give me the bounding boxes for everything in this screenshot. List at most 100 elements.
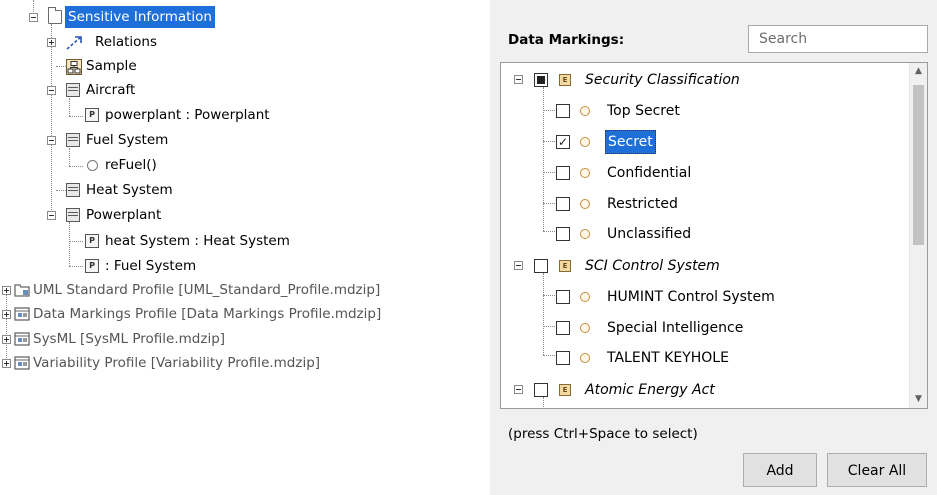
tree-item-powerplant[interactable]: Powerplant [0,204,300,226]
tree-item-label: Sensitive Information [65,6,215,28]
marking-item-sci-control-system[interactable]: E SCI Control System [501,251,911,281]
tree-item-label: Heat System [86,182,173,198]
tree-item-label: : Fuel System [105,258,197,274]
folder-icon [48,7,62,24]
tree-item-label: reFuel() [105,157,157,173]
tree-item-heat-system-part[interactable]: P heat System : Heat System [0,230,340,252]
collapse-toggle[interactable] [29,13,38,22]
tree-item-label: SysML [SysML Profile.mdzip] [33,331,226,347]
marking-item-unclassified[interactable]: Unclassified [501,219,911,249]
collapse-toggle[interactable] [514,385,523,394]
marking-item-security-classification[interactable]: E Security Classification [501,65,911,95]
vertical-scrollbar[interactable]: ▲ ▼ [909,63,927,408]
enumeration-literal-icon [580,199,590,209]
expand-toggle[interactable] [2,359,11,368]
block-icon [66,183,80,197]
tree-item-label: heat System : Heat System [105,233,290,249]
checkbox[interactable] [556,104,570,118]
clear-all-button[interactable]: Clear All [827,453,927,487]
marking-label: HUMINT Control System [607,289,775,305]
containment-tree[interactable]: Sensitive Information Relations Sample A… [0,0,490,495]
enumeration-literal-icon [580,168,590,178]
checkbox[interactable] [534,383,548,397]
scroll-down-arrow-icon[interactable]: ▼ [910,391,927,408]
marking-item-confidential[interactable]: Confidential [501,158,911,188]
checkbox[interactable] [534,259,548,273]
enumeration-icon: E [559,74,571,86]
enumeration-icon: E [559,260,571,272]
select-hint: (press Ctrl+Space to select) [508,426,698,442]
data-markings-tree[interactable]: E Security Classification Top Secret Sec… [500,62,928,409]
part-property-icon: P [85,259,99,273]
tree-item-label: Relations [95,34,157,50]
data-markings-label: Data Markings: [508,32,625,48]
marking-label: Unclassified [607,226,692,242]
checkbox[interactable] [556,321,570,335]
data-markings-panel: Data Markings: E Security Classification… [490,0,937,495]
tree-item-fuel-system[interactable]: Fuel System [0,129,300,151]
tree-item-label: Data Markings Profile [Data Markings Pro… [33,306,382,322]
collapse-toggle[interactable] [47,86,56,95]
marking-label: Security Classification [585,72,740,88]
marking-item-humint-control-system[interactable]: HUMINT Control System [501,282,911,312]
scroll-up-arrow-icon[interactable]: ▲ [910,63,927,80]
tree-item-label: Variability Profile [Variability Profile… [33,355,321,371]
expand-toggle[interactable] [2,286,11,295]
block-icon [66,83,80,97]
checkbox[interactable] [556,290,570,304]
marking-item-special-intelligence[interactable]: Special Intelligence [501,313,911,343]
tree-item-relations[interactable]: Relations [0,31,300,53]
checkbox[interactable] [556,166,570,180]
search-input[interactable] [748,25,928,53]
marking-label: Special Intelligence [607,320,744,336]
marking-label: Atomic Energy Act [585,382,715,398]
marking-label: Secret [605,130,656,154]
collapse-toggle[interactable] [47,136,56,145]
marking-item-talent-keyhole[interactable]: TALENT KEYHOLE [501,343,911,373]
add-button[interactable]: Add [743,453,817,487]
marking-item-restricted[interactable]: Restricted [501,189,911,219]
scrollbar-thumb[interactable] [913,85,924,245]
tree-item-sample[interactable]: Sample [0,55,300,77]
tree-item-powerplant-part[interactable]: P powerplant : Powerplant [0,104,330,126]
block-icon [66,208,80,222]
enumeration-literal-icon [580,353,590,363]
tree-item-sensitive-information[interactable]: Sensitive Information [0,6,300,28]
tree-item-refuel-operation[interactable]: reFuel() [0,154,300,176]
marking-label: SCI Control System [585,258,720,274]
checkbox-partial[interactable] [534,73,548,87]
enumeration-literal-icon [580,106,590,116]
tree-item-fuel-system-part[interactable]: P : Fuel System [0,255,300,277]
marking-item-atomic-energy-act[interactable]: E Atomic Energy Act [501,375,911,405]
tree-item-aircraft[interactable]: Aircraft [0,79,300,101]
tree-item-sysml-profile[interactable]: SysML [SysML Profile.mdzip] [0,328,480,350]
tree-item-label: Powerplant [86,207,162,223]
marking-label: Restricted [607,196,678,212]
profile-icon [14,332,30,346]
tree-item-label: powerplant : Powerplant [105,107,270,123]
tree-item-label: UML Standard Profile [UML_Standard_Profi… [33,282,381,298]
collapse-toggle[interactable] [514,75,523,84]
expand-toggle[interactable] [47,38,56,47]
marking-item-secret[interactable]: Secret [501,127,911,157]
checkbox[interactable] [556,227,570,241]
marking-label: TALENT KEYHOLE [607,350,729,366]
tree-item-label: Aircraft [86,82,136,98]
tree-item-data-markings-profile[interactable]: Data Markings Profile [Data Markings Pro… [0,303,480,325]
collapse-toggle[interactable] [47,211,56,220]
tree-item-uml-standard-profile[interactable]: UML Standard Profile [UML_Standard_Profi… [0,279,480,301]
tree-item-heat-system[interactable]: Heat System [0,179,300,201]
marking-label: Confidential [607,165,692,181]
expand-toggle[interactable] [2,310,11,319]
enumeration-literal-icon [580,229,590,239]
checkbox[interactable] [556,351,570,365]
checkbox-checked[interactable] [556,127,570,157]
enumeration-icon: E [559,384,571,396]
tree-item-variability-profile[interactable]: Variability Profile [Variability Profile… [0,352,480,374]
checkbox[interactable] [556,197,570,211]
relations-icon [65,35,82,50]
expand-toggle[interactable] [2,335,11,344]
enumeration-literal-icon [580,292,590,302]
collapse-toggle[interactable] [514,261,523,270]
marking-item-top-secret[interactable]: Top Secret [501,96,911,126]
